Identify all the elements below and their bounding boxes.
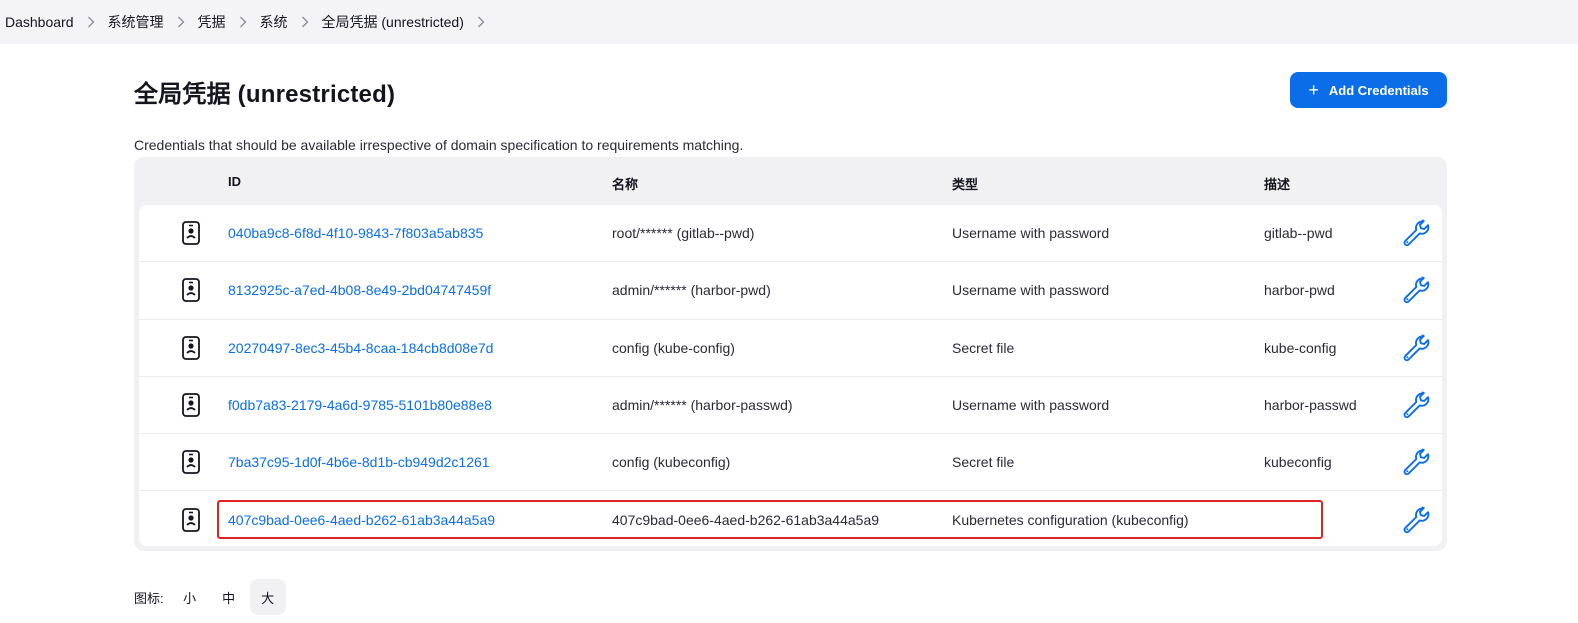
credential-type: Username with password (952, 225, 1110, 242)
credential-icon (181, 335, 201, 360)
table-row: 407c9bad-0ee6-4aed-b262-61ab3a44a5a9 407c… (139, 491, 1442, 546)
table-row: 20270497-8ec3-45b4-8caa-184cb8d08e7d conf… (139, 320, 1442, 377)
credential-type: Username with password (952, 282, 1110, 299)
credential-name: admin/****** (harbor-passwd) (612, 397, 793, 414)
table-body: 040ba9c8-6f8d-4f10-9843-7f803a5ab835 root… (139, 205, 1442, 546)
credential-description: harbor-pwd (1264, 282, 1335, 299)
credential-name: config (kubeconfig) (612, 454, 731, 471)
credential-id-link[interactable]: 040ba9c8-6f8d-4f10-9843-7f803a5ab835 (228, 225, 483, 241)
header-name: 名称 (612, 177, 639, 192)
breadcrumb-global-domain[interactable]: 全局凭据 (unrestricted) (322, 12, 464, 32)
header-type: 类型 (952, 177, 979, 192)
credential-icon (181, 393, 201, 417)
credential-type: Secret file (952, 454, 1015, 471)
credential-icon (181, 278, 201, 303)
table-header: ID 名称 类型 描述 (134, 157, 1447, 205)
domain-description: Credentials that should be available irr… (134, 137, 744, 153)
plus-icon: + (1308, 80, 1319, 100)
breadcrumb-credentials[interactable]: 凭据 (198, 12, 226, 32)
table-row: f0db7a83-2179-4a6d-9785-5101b80e88e8 admi… (139, 377, 1442, 435)
chevron-right-icon[interactable] (464, 16, 498, 28)
header-description: 描述 (1264, 177, 1291, 192)
wrench-icon[interactable] (1401, 447, 1431, 477)
table-row: 040ba9c8-6f8d-4f10-9843-7f803a5ab835 root… (139, 205, 1442, 263)
credential-type: Secret file (952, 339, 1015, 356)
chevron-right-icon (74, 16, 108, 28)
add-credentials-label: Add Credentials (1328, 82, 1429, 98)
credential-name: root/****** (gitlab--pwd) (612, 225, 755, 242)
credential-name: admin/****** (harbor-pwd) (612, 282, 771, 299)
credential-id-link[interactable]: 407c9bad-0ee6-4aed-b262-61ab3a44a5a9 (228, 512, 495, 528)
credential-id-link[interactable]: f0db7a83-2179-4a6d-9785-5101b80e88e8 (228, 397, 492, 413)
icon-size-label: 图标: (134, 590, 164, 606)
breadcrumb: Dashboard 系统管理 凭据 系统 全局凭据 (unrestricted) (0, 0, 1578, 44)
credential-description: harbor-passwd (1264, 397, 1357, 414)
table-row: 7ba37c95-1d0f-4b6e-8d1b-cb949d2c1261 conf… (139, 434, 1442, 492)
icon-size-large[interactable]: 大 (249, 579, 286, 615)
credentials-table: ID 名称 类型 描述 040ba9c8-6f8d-4f10-9843-7f80… (134, 157, 1447, 551)
credential-type: Kubernetes configuration (kubeconfig) (952, 512, 1189, 529)
icon-size-medium[interactable]: 中 (211, 579, 247, 615)
wrench-icon[interactable] (1401, 218, 1431, 248)
wrench-icon[interactable] (1401, 505, 1431, 535)
icon-size-selector: 图标: 小 中 大 (134, 579, 289, 615)
breadcrumb-system[interactable]: 系统 (260, 12, 288, 32)
breadcrumb-system-management[interactable]: 系统管理 (108, 12, 164, 32)
table-row: 8132925c-a7ed-4b08-8e49-2bd04747459f admi… (139, 262, 1442, 320)
credential-icon (181, 508, 201, 533)
wrench-icon[interactable] (1401, 333, 1431, 363)
credential-description: kube-config (1264, 339, 1337, 356)
add-credentials-button[interactable]: + Add Credentials (1290, 72, 1447, 108)
credential-description: kubeconfig (1264, 454, 1332, 471)
chevron-right-icon (226, 16, 260, 28)
credential-type: Username with password (952, 397, 1110, 414)
credential-name: config (kube-config) (612, 339, 735, 356)
chevron-right-icon (288, 16, 322, 28)
credential-id-link[interactable]: 7ba37c95-1d0f-4b6e-8d1b-cb949d2c1261 (228, 454, 490, 470)
credential-icon (181, 221, 201, 246)
breadcrumb-dashboard[interactable]: Dashboard (5, 14, 74, 30)
credential-icon (181, 450, 201, 475)
page-title: 全局凭据 (unrestricted) (134, 81, 396, 108)
credential-id-link[interactable]: 20270497-8ec3-45b4-8caa-184cb8d08e7d (228, 340, 493, 356)
wrench-icon[interactable] (1401, 390, 1431, 420)
credential-id-link[interactable]: 8132925c-a7ed-4b08-8e49-2bd04747459f (228, 282, 491, 298)
wrench-icon[interactable] (1401, 275, 1431, 305)
icon-size-small[interactable]: 小 (172, 579, 208, 615)
header-id: ID (228, 174, 241, 189)
credential-name: 407c9bad-0ee6-4aed-b262-61ab3a44a5a9 (612, 512, 880, 529)
chevron-right-icon (164, 16, 198, 28)
credential-description: gitlab--pwd (1264, 225, 1333, 242)
